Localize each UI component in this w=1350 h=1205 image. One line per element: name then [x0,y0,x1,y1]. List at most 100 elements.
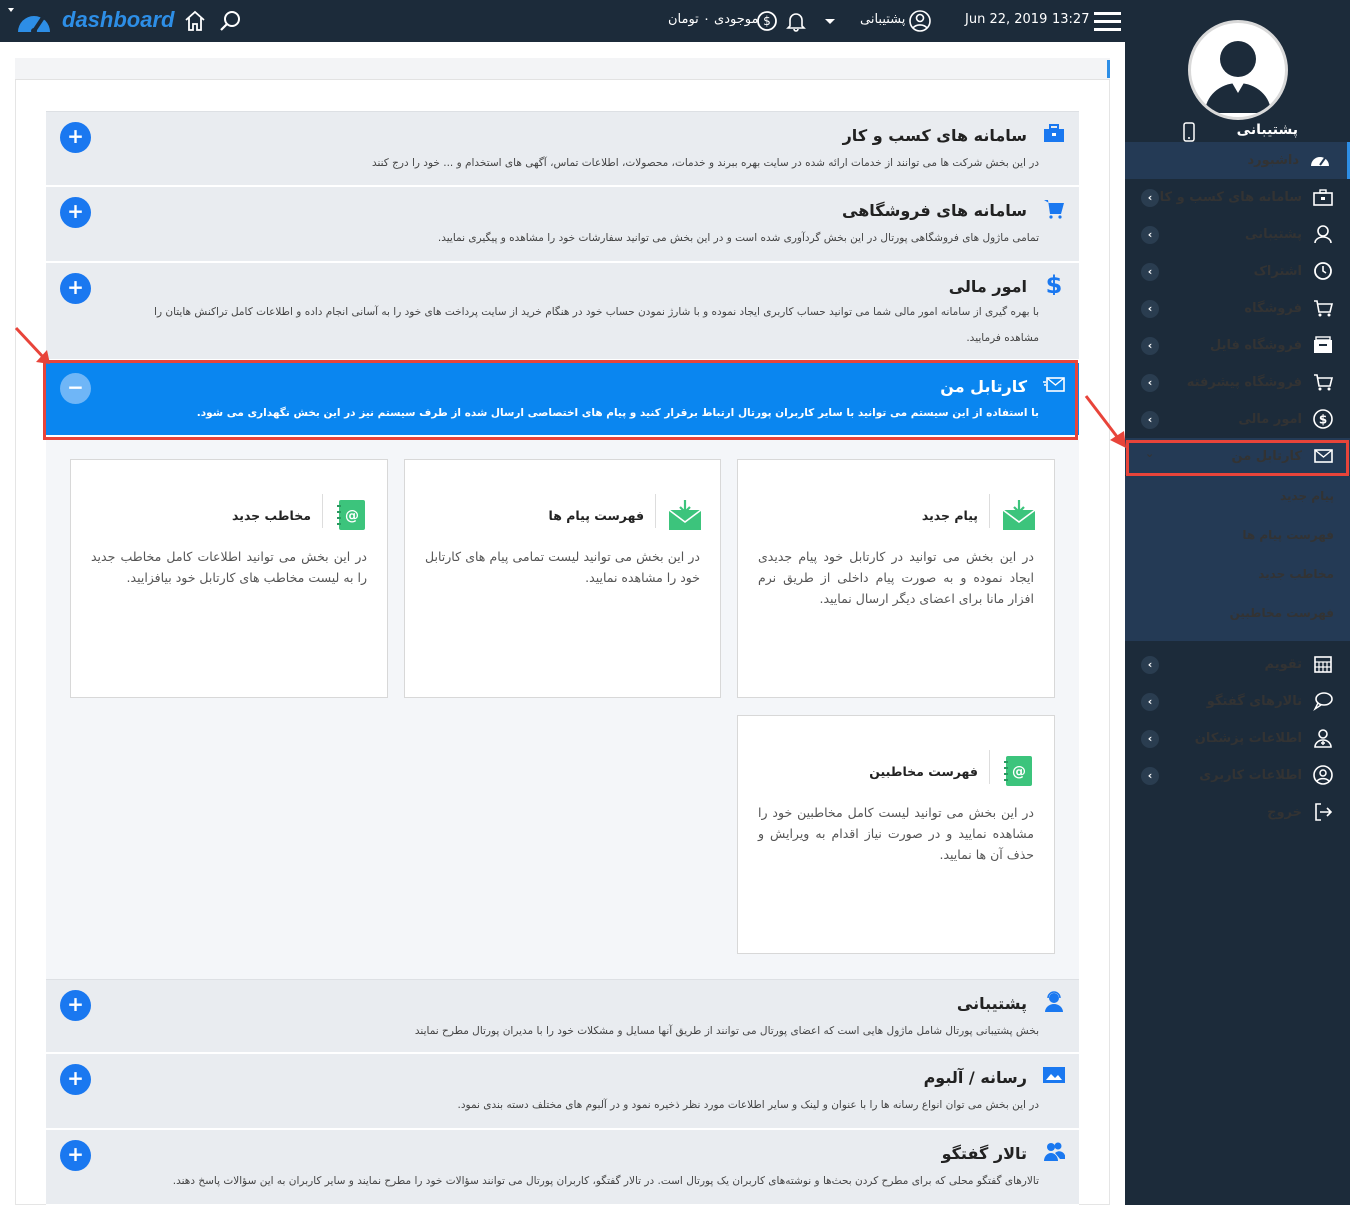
brand-name: dashboard [62,7,175,32]
accordion-description: تالارهای گفتگو محلی که برای مطرح کردن بح… [172,1175,1039,1187]
accordion-title: سامانه های فروشگاهی [842,201,1027,220]
dashboard-gauge-icon [1311,157,1329,166]
sidebar-item-label: تقویم [1264,657,1302,672]
card-description: در این بخش می توانید لیست تمامی پیام های… [425,549,700,585]
user-circle-icon [1313,765,1333,785]
expand-plus-button[interactable]: + [60,122,91,153]
card-message-list[interactable]: فهرست پیام ها در این بخش می توانید لیست … [404,459,721,698]
home-icon[interactable] [183,9,207,33]
annotation-arrow-icon [14,326,50,364]
card-contact-list[interactable]: @ فهرست مخاطبین در این بخش می توانید لیس… [737,715,1055,954]
accordion-support[interactable]: پشتیبانی بخش پشتیبانی پورتال شامل ماژول … [46,979,1079,1053]
chevron-left-icon[interactable]: ‹ [1141,730,1159,748]
chevron-left-icon[interactable]: ‹ [1141,300,1159,318]
chevron-left-icon[interactable]: ‹ [1141,337,1159,355]
svg-text:@: @ [1012,764,1026,780]
sidebar-item-label: اطلاعات پزشکان [1194,731,1302,746]
sidebar-subitem-contact-list[interactable]: فهرست مخاطبین [1125,594,1350,633]
accordion-forum[interactable]: تالار گفتگو تالارهای گفتگو محلی که برای … [46,1130,1079,1205]
chevron-left-icon[interactable]: ‹ [1141,263,1159,281]
sidebar-item-logout[interactable]: خروج [1125,794,1350,831]
search-icon[interactable] [218,9,242,33]
mobile-icon[interactable] [1182,122,1196,142]
sidebar-item-advanced-shop[interactable]: فروشگاه پیشرفته ‹ [1125,364,1350,401]
sidebar-item-doctors[interactable]: اطلاعات پزشکان ‹ [1125,720,1350,757]
sidebar-item-user-info[interactable]: اطلاعات کاربری ‹ [1125,757,1350,794]
subitem-label: پیام جدید [1280,489,1334,503]
subitem-label: فهرست مخاطبین [1229,606,1334,620]
image-icon [1043,1067,1065,1083]
balance-text: موجودی ۰ تومان [668,12,759,27]
sidebar-user: پشتیبانی [1125,122,1350,142]
cart-icon [1314,300,1334,317]
sidebar-item-shop[interactable]: فروشگاه ‹ [1125,290,1350,327]
sidebar-item-label: اطلاعات کاربری [1199,768,1302,783]
sidebar-subitem-new-contact[interactable]: مخاطب جدید [1125,555,1350,594]
sidebar-user-name: پشتیبانی [1236,122,1298,138]
sidebar-subitem-message-list[interactable]: فهرست پیام ها [1125,516,1350,555]
accordion-description: تمامی ماژول های فروشگاهی پورتال در این ب… [437,232,1039,244]
svg-text:$: $ [763,14,771,28]
sidebar-item-support[interactable]: پشتیبانی ‹ [1125,216,1350,253]
accordion-shop-systems[interactable]: سامانه های فروشگاهی تمامی ماژول های فروش… [46,187,1079,262]
card-divider [322,494,323,528]
sidebar-item-label: فروشگاه فایل [1210,338,1302,353]
bell-icon[interactable] [784,9,808,33]
expand-plus-button[interactable]: + [60,1140,91,1171]
card-description: در این بخش می توانید اطلاعات کامل مخاطب … [91,549,367,585]
chevron-down-icon[interactable] [818,9,842,33]
card-description: در این بخش می توانید لیست کامل مخاطبین خ… [758,805,1034,862]
chevron-left-icon[interactable]: ‹ [1141,226,1159,244]
highlight-box-sidebar [1126,440,1349,476]
accordion-finance[interactable]: $ امور مالی با بهره گیری از سامانه امور … [46,263,1079,360]
chevron-left-icon[interactable]: ‹ [1141,767,1159,785]
sidebar-item-forums[interactable]: تالارهای گفتگو ‹ [1125,683,1350,720]
accordion-description: با بهره گیری از سامانه امور مالی شما می … [154,306,1039,344]
card-title: مخاطب جدید [232,508,311,523]
sidebar-item-file-shop[interactable]: فروشگاه فایل ‹ [1125,327,1350,364]
avatar[interactable] [1188,20,1288,120]
card-divider [989,750,990,784]
date-text: Jun 22, 2019 [965,12,1048,27]
expand-plus-button[interactable]: + [60,273,91,304]
support-user-name[interactable]: پشتیبانی [860,12,905,27]
accordion-business-systems[interactable]: سامانه های کسب و کار در این بخش شرکت ها … [46,111,1079,186]
sidebar-item-dashboard[interactable]: داشبورد [1125,142,1350,179]
accordion-title: تالار گفتگو [941,1144,1027,1163]
chevron-left-icon[interactable]: ‹ [1141,411,1159,429]
envelope-download-icon [1002,500,1036,530]
sidebar-item-label: فروشگاه پیشرفته [1186,375,1302,390]
accordion-description: در این بخش می توان انواع رسانه ها را با … [457,1099,1039,1111]
expand-plus-button[interactable]: + [60,1064,91,1095]
sidebar-subitem-new-message[interactable]: پیام جدید [1125,477,1350,516]
card-new-message[interactable]: پیام جدید در این بخش می توانید در کارتاب… [737,459,1055,698]
user-circle-icon[interactable] [908,9,932,33]
menu-toggle-button[interactable] [1094,12,1121,32]
highlight-box-accordion [43,360,1078,440]
expand-plus-button[interactable]: + [60,990,91,1021]
chevron-left-icon[interactable]: ‹ [1141,656,1159,674]
chevron-left-icon[interactable]: ‹ [1141,374,1159,392]
card-title: پیام جدید [921,508,978,523]
card-title: فهرست پیام ها [548,508,644,523]
address-book-icon: @ [1004,756,1032,786]
sidebar-item-label: سامانه های کسب و کار [1152,190,1302,205]
cart-icon [1044,200,1064,219]
brand-logo[interactable]: dashboard [6,4,174,36]
chevron-left-icon[interactable]: ‹ [1141,693,1159,711]
expand-plus-button[interactable]: + [60,197,91,228]
accordion-title: پشتیبانی [956,994,1027,1013]
sidebar-item-business-systems[interactable]: سامانه های کسب و کار ‹ [1125,179,1350,216]
briefcase-icon [1313,189,1333,206]
sidebar-item-calendar[interactable]: تقویم ‹ [1125,646,1350,683]
chevron-left-icon[interactable]: ‹ [1141,189,1159,207]
sidebar-item-finance[interactable]: امور مالی $ ‹ [1125,401,1350,438]
sidebar-item-subscription[interactable]: اشتراک ‹ [1125,253,1350,290]
cart-icon [1314,374,1334,391]
card-new-contact[interactable]: @ مخاطب جدید در این بخش می توانید اطلاعا… [70,459,388,698]
accordion-media-album[interactable]: رسانه / آلبوم در این بخش می توان انواع ر… [46,1054,1079,1129]
annotation-arrow-icon [1084,395,1126,448]
card-divider [989,494,990,528]
dollar-circle-icon[interactable]: $ [755,9,779,33]
history-icon [1314,262,1332,280]
